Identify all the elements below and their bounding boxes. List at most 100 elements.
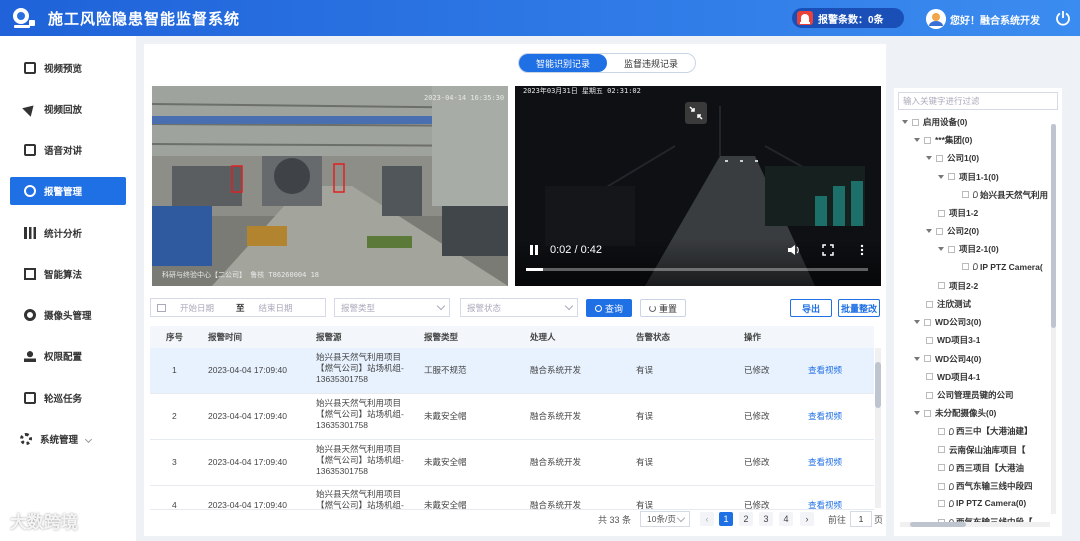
tree-node[interactable]: 项目2-1(0) <box>938 243 999 255</box>
tree-filter-input[interactable]: 输入关键字进行过滤 <box>898 92 1058 110</box>
caret-down-icon[interactable] <box>914 138 920 143</box>
caret-down-icon[interactable] <box>914 320 920 325</box>
tree-checkbox[interactable] <box>924 136 931 144</box>
sidebar-item-system-management[interactable]: 系统管理 <box>10 425 126 453</box>
fullscreen-icon[interactable] <box>822 244 834 256</box>
avatar-icon[interactable] <box>926 9 946 29</box>
tree-checkbox[interactable] <box>936 154 943 162</box>
table-row[interactable]: 2 2023-04-04 17:09:40 始兴县天然气利用项目 【燃气公司】站场… <box>150 394 874 440</box>
tree-node[interactable]: 项目1-1(0) <box>938 171 999 183</box>
sidebar-item-smart-algorithm[interactable]: 智能算法 <box>10 260 126 288</box>
tree-node[interactable]: WD公司3(0) <box>914 316 981 328</box>
page-button[interactable]: 1 <box>719 512 733 526</box>
pause-icon[interactable] <box>528 244 540 256</box>
camera-feed-left[interactable]: 2023-04-14 16:35:30 科研与终验中心【二公司】 鲁核 T862… <box>152 86 508 286</box>
sidebar-item-alarm-management[interactable]: 报警管理 <box>10 177 126 205</box>
tree-node[interactable]: 西三项目【大港油 <box>938 462 1024 474</box>
tree-node[interactable]: ***集团(0) <box>914 134 972 146</box>
table-row[interactable]: 4 2023-04-04 17:09:40 始兴县天然气利用项目 【燃气公司】站场… <box>150 486 874 510</box>
tree-node[interactable]: WD公司4(0) <box>914 353 981 365</box>
tree-checkbox[interactable] <box>948 173 955 181</box>
caret-down-icon[interactable] <box>938 174 944 179</box>
caret-down-icon[interactable] <box>914 411 920 416</box>
tree-node[interactable]: 公司1(0) <box>926 152 979 164</box>
view-video-link[interactable]: 查看视频 <box>808 500 842 509</box>
tree-checkbox[interactable] <box>936 227 943 235</box>
tree-node[interactable]: 未分配摄像头(0) <box>914 407 996 419</box>
tree-scrollbar[interactable] <box>1051 124 1056 514</box>
exit-fullscreen-icon[interactable] <box>685 102 707 124</box>
tree-node[interactable]: IP PTZ Camera( <box>962 262 1043 272</box>
query-button[interactable]: 查询 <box>586 299 632 317</box>
caret-down-icon[interactable] <box>926 156 932 161</box>
page-button[interactable]: 4 <box>779 512 793 526</box>
tree-checkbox[interactable] <box>938 482 945 490</box>
sidebar-item-statistics[interactable]: 统计分析 <box>10 219 126 247</box>
tree-node[interactable]: 项目1-2 <box>938 207 978 219</box>
tree-checkbox[interactable] <box>924 355 931 363</box>
tree-checkbox[interactable] <box>948 245 955 253</box>
page-size-select[interactable]: 10条/页 <box>640 511 690 527</box>
tab-smart-recognition[interactable]: 智能识别记录 <box>519 54 607 72</box>
tree-checkbox[interactable] <box>938 499 945 507</box>
tree-checkbox[interactable] <box>926 300 933 308</box>
sidebar-item-permission[interactable]: 权限配置 <box>10 342 126 370</box>
tree-checkbox[interactable] <box>924 409 931 417</box>
power-icon[interactable] <box>1055 10 1071 26</box>
tree-checkbox[interactable] <box>926 336 933 344</box>
tree-node[interactable]: 公司管理员键的公司 <box>926 389 1014 401</box>
tree-node[interactable]: 西气东输三线中段四 <box>938 480 1033 492</box>
tree-checkbox[interactable] <box>962 263 969 271</box>
tree-checkbox[interactable] <box>926 391 933 399</box>
tree-node[interactable]: IP PTZ Camera(0) <box>938 498 1026 508</box>
sidebar-item-video-playback[interactable]: 视频回放 <box>10 95 126 123</box>
goto-page-input[interactable]: 1 <box>850 511 872 527</box>
tree-node[interactable]: 项目2-2 <box>938 280 978 292</box>
volume-icon[interactable] <box>786 243 800 257</box>
tree-node[interactable]: 启用设备(0) <box>902 116 967 128</box>
scrollbar-thumb[interactable] <box>1051 124 1056 328</box>
tree-node[interactable]: 云南保山油库项目【 <box>938 444 1026 456</box>
tree-node[interactable]: WD项目4-1 <box>926 371 980 383</box>
more-options-icon[interactable] <box>858 244 866 256</box>
scrollbar-thumb[interactable] <box>910 522 966 527</box>
sidebar-item-voice-intercom[interactable]: 语音对讲 <box>10 136 126 164</box>
date-range-picker[interactable]: 开始日期 至 结束日期 <box>150 298 326 317</box>
table-scrollbar[interactable] <box>875 348 881 508</box>
tree-node[interactable]: 始兴县天然气利用 <box>962 189 1048 201</box>
tree-checkbox[interactable] <box>938 209 945 217</box>
prev-page-button[interactable]: ‹ <box>700 512 714 526</box>
caret-down-icon[interactable] <box>926 229 932 234</box>
alarm-type-select[interactable]: 报警类型 <box>334 298 450 317</box>
video-progress-bar[interactable] <box>526 268 868 271</box>
tab-supervision-violation[interactable]: 监督违规记录 <box>607 54 695 72</box>
table-row[interactable]: 1 2023-04-04 17:09:40 始兴县天然气利用项目 【燃气公司】站场… <box>150 348 874 394</box>
alarm-status-select[interactable]: 报警状态 <box>460 298 578 317</box>
caret-down-icon[interactable] <box>938 247 944 252</box>
tree-checkbox[interactable] <box>938 427 945 435</box>
sidebar-item-patrol-task[interactable]: 轮巡任务 <box>10 384 126 412</box>
tree-node[interactable]: 公司2(0) <box>926 225 979 237</box>
table-row[interactable]: 3 2023-04-04 17:09:40 始兴县天然气利用项目 【燃气公司】站场… <box>150 440 874 486</box>
tree-checkbox[interactable] <box>938 446 945 454</box>
tree-checkbox[interactable] <box>938 282 945 290</box>
alarm-count-badge[interactable]: 报警条数：0条 <box>792 8 904 28</box>
batch-rectify-button[interactable]: 批量整改 <box>838 299 880 317</box>
tree-checkbox[interactable] <box>926 373 933 381</box>
tree-node[interactable]: 注欣测试 <box>926 298 971 310</box>
view-video-link[interactable]: 查看视频 <box>808 365 842 376</box>
view-video-link[interactable]: 查看视频 <box>808 411 842 422</box>
tree-checkbox[interactable] <box>924 318 931 326</box>
page-button[interactable]: 2 <box>739 512 753 526</box>
caret-down-icon[interactable] <box>902 120 908 124</box>
tree-node[interactable]: WD项目3-1 <box>926 334 980 346</box>
next-page-button[interactable]: › <box>800 512 814 526</box>
export-button[interactable]: 导出 <box>790 299 832 317</box>
scrollbar-thumb[interactable] <box>875 362 881 408</box>
caret-down-icon[interactable] <box>914 356 920 361</box>
tree-checkbox[interactable] <box>962 191 969 199</box>
tree-checkbox[interactable] <box>912 118 919 126</box>
tree-node[interactable]: 西三中【大港油建】 <box>938 425 1033 437</box>
reset-button[interactable]: 重置 <box>640 299 686 317</box>
page-button[interactable]: 3 <box>759 512 773 526</box>
